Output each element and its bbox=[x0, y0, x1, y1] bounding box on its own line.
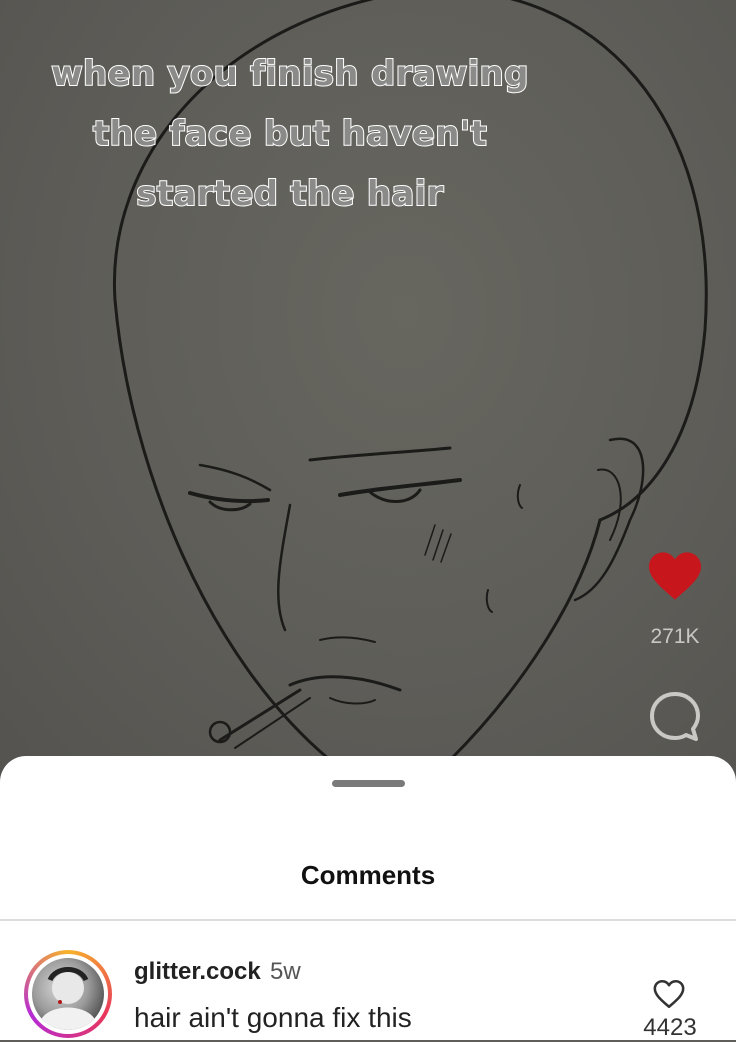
like-count: 271K bbox=[650, 625, 700, 648]
comment-bubble-icon bbox=[650, 692, 700, 741]
comment-time: 5w bbox=[270, 958, 301, 985]
comment-text: hair ain't gonna fix this bbox=[134, 1002, 412, 1033]
caption-line: the face but haven't bbox=[92, 113, 488, 155]
avatar[interactable] bbox=[24, 950, 112, 1038]
caption-line: started the hair bbox=[135, 173, 444, 215]
heart-outline-icon bbox=[653, 979, 685, 1009]
avatar-image bbox=[32, 958, 104, 1030]
comment-like-count: 4423 bbox=[643, 1014, 697, 1041]
like-button[interactable] bbox=[646, 550, 704, 602]
video-player[interactable]: when you finish drawing the face but hav… bbox=[0, 0, 736, 780]
video-caption: when you finish drawing the face but hav… bbox=[20, 44, 560, 224]
comment-button[interactable] bbox=[646, 688, 704, 746]
comment-like-button[interactable] bbox=[652, 978, 686, 1010]
caption-line: when you finish drawing bbox=[50, 53, 529, 95]
drag-handle[interactable] bbox=[332, 780, 405, 787]
comments-sheet: Comments glitter.cock 5w hair ain't gonn… bbox=[0, 756, 736, 1041]
comment-username[interactable]: glitter.cock bbox=[134, 958, 261, 986]
heart-icon bbox=[649, 552, 701, 600]
comments-title: Comments bbox=[300, 860, 436, 890]
comment-item: glitter.cock 5w hair ain't gonna fix thi… bbox=[0, 922, 736, 1041]
divider bbox=[0, 919, 736, 921]
